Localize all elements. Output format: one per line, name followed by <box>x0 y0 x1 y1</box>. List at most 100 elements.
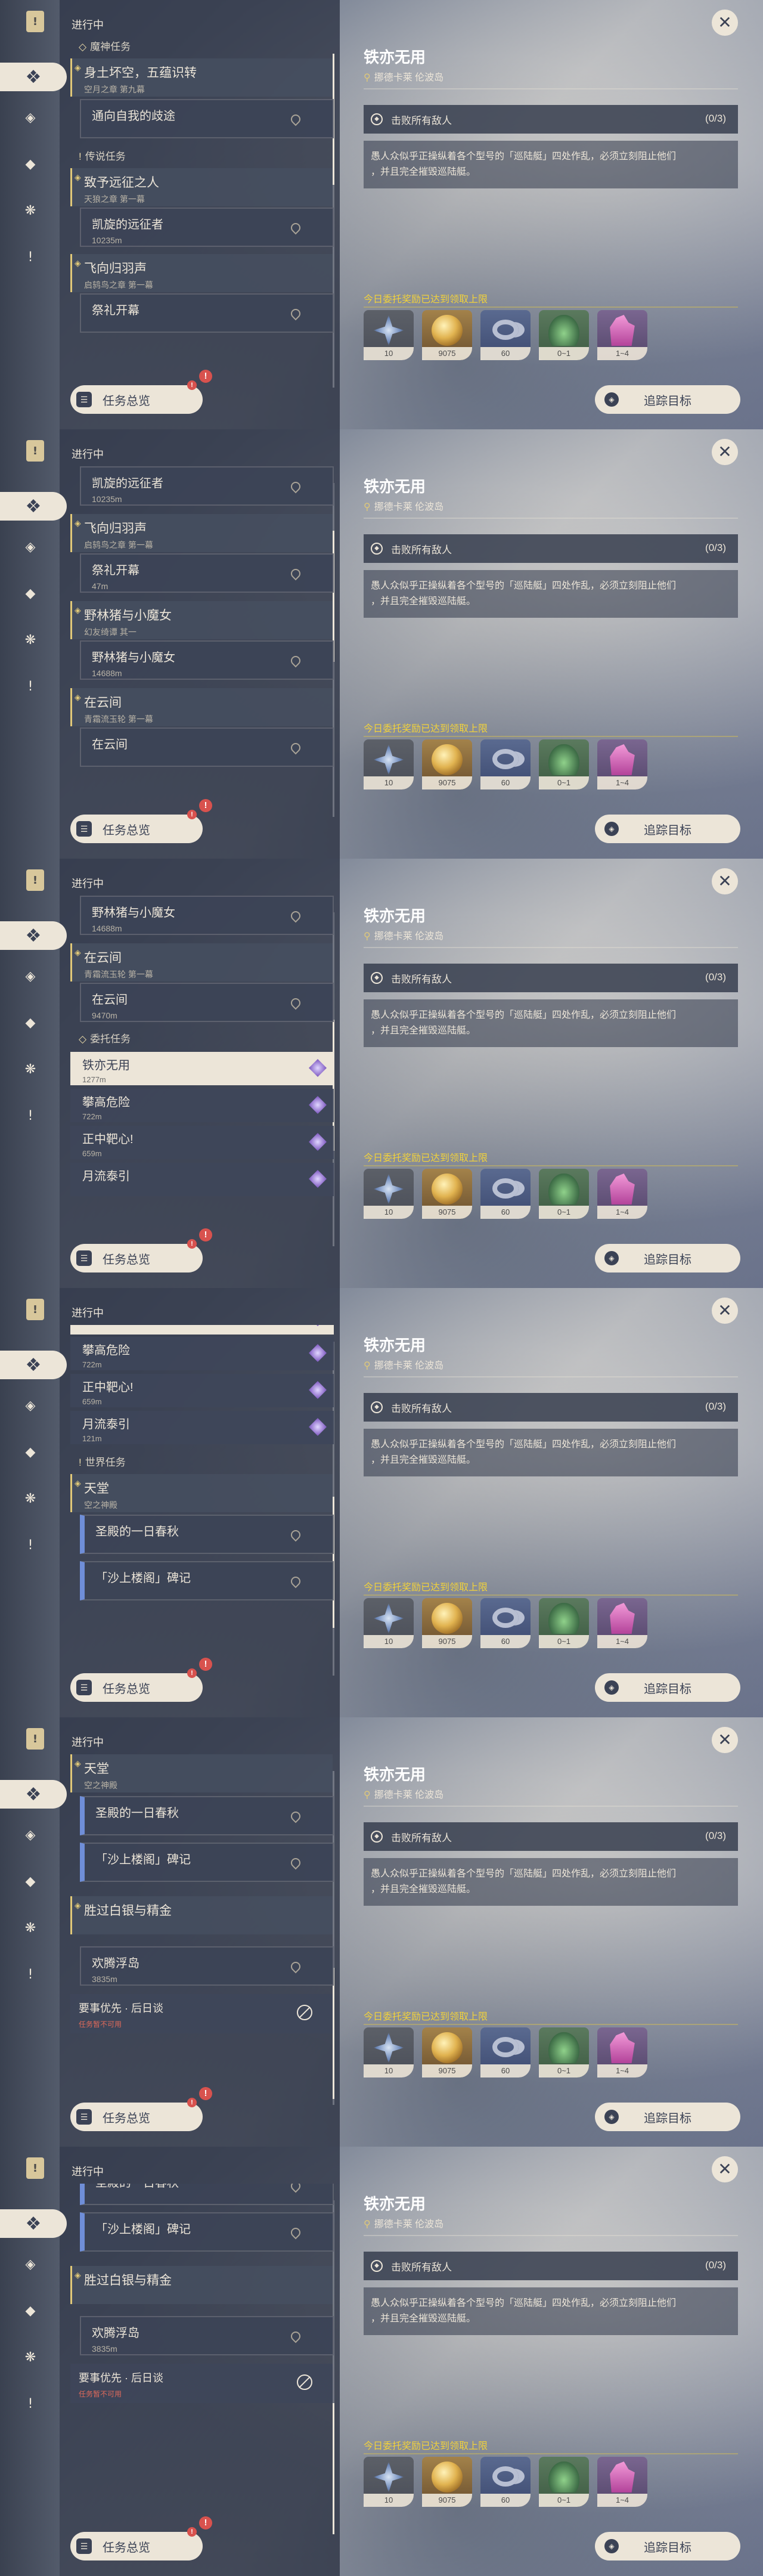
commission-item[interactable]: 正中靶心! 659m <box>70 1126 334 1159</box>
quest-item[interactable]: ◈ 胜过白银与精金 <box>70 2266 333 2304</box>
track-objective-button[interactable]: ◈ 追踪目标 <box>595 815 740 843</box>
quest-step-item[interactable]: 在云间 <box>80 727 334 767</box>
reward-item[interactable]: 1~4 <box>597 1169 647 1219</box>
quest-step-item[interactable]: 圣殿的一日春秋 <box>80 1515 334 1554</box>
commission-item[interactable]: 攀高危险 722m <box>70 1337 334 1370</box>
commission-icon[interactable]: ❋ <box>20 2347 41 2367</box>
reward-item[interactable]: 60 <box>480 739 531 789</box>
world-quest-icon[interactable]: ! <box>20 1964 41 1984</box>
close-icon[interactable]: ✕ <box>712 10 738 36</box>
world-quest-icon[interactable]: ! <box>20 1535 41 1555</box>
reward-item[interactable]: 9075 <box>422 2027 472 2077</box>
quest-book-icon[interactable]: ! <box>26 1728 44 1750</box>
commission-icon[interactable]: ❋ <box>20 1059 41 1079</box>
quest-step-item[interactable]: 欢腾浮岛 3835m <box>80 1946 334 1986</box>
story-quest-icon[interactable]: ◆ <box>20 154 41 174</box>
quest-item[interactable]: ◈ 飞向归羽声 启鸫鸟之章 第一幕 <box>70 514 333 552</box>
quest-item[interactable]: ◈ 野林猪与小魔女 幻友绮谭 其一 <box>70 601 333 639</box>
quest-item[interactable]: ◈ 胜过白银与精金 <box>70 1896 333 1934</box>
quest-item[interactable]: ◈ 在云间 青霜流玉轮 第一幕 <box>70 688 333 726</box>
reward-item[interactable]: 60 <box>480 2457 531 2507</box>
quest-step-item[interactable]: 圣殿的一日春秋 <box>80 2184 334 2205</box>
rail-tab-all-icon[interactable]: ❖ <box>0 2209 67 2238</box>
quest-overview-button[interactable]: ☰ 任务总览! <box>70 1239 203 1272</box>
quest-overview-button[interactable]: ☰ 任务总览! <box>70 2098 203 2131</box>
reward-item[interactable]: 60 <box>480 1598 531 1648</box>
reward-item[interactable]: 1~4 <box>597 1598 647 1648</box>
track-objective-button[interactable]: ◈ 追踪目标 <box>595 1244 740 1272</box>
quest-step-item[interactable]: 欢腾浮岛 3835m <box>80 2316 334 2355</box>
commission-icon[interactable]: ❋ <box>20 630 41 650</box>
quest-overview-button[interactable]: ☰ 任务总览! <box>70 380 203 414</box>
commission-item[interactable]: 月流泰引 121m <box>70 1411 334 1444</box>
quest-book-icon[interactable]: ! <box>26 869 44 891</box>
story-quest-icon[interactable]: ◆ <box>20 1871 41 1891</box>
quest-step-item[interactable]: 凯旋的远征者 10235m <box>80 466 334 506</box>
world-quest-icon[interactable]: ! <box>20 247 41 267</box>
track-objective-button[interactable]: ◈ 追踪目标 <box>595 2532 740 2560</box>
world-quest-icon[interactable]: ! <box>20 676 41 696</box>
commission-item-selected[interactable]: 1277m <box>70 1325 334 1335</box>
quest-item[interactable]: ◈ 飞向归羽声 启鸫鸟之章 第一幕 <box>70 254 333 292</box>
reward-item[interactable]: 0~1 <box>539 310 589 360</box>
story-quest-icon[interactable]: ◆ <box>20 1013 41 1033</box>
reward-item[interactable]: 0~1 <box>539 1598 589 1648</box>
story-quest-icon[interactable]: ◆ <box>20 1442 41 1462</box>
locked-quest-item[interactable]: 要事优先 · 后日谈 任务暂不可用 <box>70 1994 333 2033</box>
reward-item[interactable]: 60 <box>480 2027 531 2077</box>
reward-item[interactable]: 9075 <box>422 739 472 789</box>
quest-step-item[interactable]: 「沙上楼阁」碑记 <box>80 1561 334 1600</box>
commission-icon[interactable]: ❋ <box>20 1918 41 1938</box>
rail-tab-all-icon[interactable]: ❖ <box>0 921 67 950</box>
reward-item[interactable]: 10 <box>364 2027 414 2077</box>
reward-item[interactable]: 0~1 <box>539 1169 589 1219</box>
commission-icon[interactable]: ❋ <box>20 1488 41 1509</box>
reward-item[interactable]: 9075 <box>422 1598 472 1648</box>
commission-item-selected[interactable]: 铁亦无用 1277m <box>70 1052 334 1085</box>
story-quest-icon[interactable]: ◆ <box>20 2301 41 2321</box>
reward-item[interactable]: 1~4 <box>597 2027 647 2077</box>
commission-icon[interactable]: ❋ <box>20 200 41 221</box>
close-icon[interactable]: ✕ <box>712 439 738 465</box>
close-icon[interactable]: ✕ <box>712 2156 738 2182</box>
locked-quest-item[interactable]: 要事优先 · 后日谈 任务暂不可用 <box>70 2364 333 2403</box>
close-icon[interactable]: ✕ <box>712 868 738 894</box>
quest-book-icon[interactable]: ! <box>26 11 44 32</box>
quest-overview-button[interactable]: ☰ 任务总览! <box>70 2527 203 2560</box>
rail-tab-all-icon[interactable]: ❖ <box>0 63 67 91</box>
quest-step-item[interactable]: 圣殿的一日春秋 <box>80 1796 334 1835</box>
close-icon[interactable]: ✕ <box>712 1298 738 1324</box>
quest-item[interactable]: ◈ 天堂 空之神殿 <box>70 1754 333 1792</box>
rail-tab-all-icon[interactable]: ❖ <box>0 1780 67 1809</box>
reward-item[interactable]: 10 <box>364 2457 414 2507</box>
reward-item[interactable]: 9075 <box>422 310 472 360</box>
archon-quest-icon[interactable]: ◈ <box>20 1395 41 1416</box>
story-quest-icon[interactable]: ◆ <box>20 583 41 603</box>
reward-item[interactable]: 9075 <box>422 1169 472 1219</box>
quest-item[interactable]: ◈ 在云间 青霜流玉轮 第一幕 <box>70 943 333 982</box>
track-objective-button[interactable]: ◈ 追踪目标 <box>595 1673 740 1702</box>
commission-item[interactable]: 正中靶心! 659m <box>70 1374 334 1407</box>
reward-item[interactable]: 10 <box>364 739 414 789</box>
close-icon[interactable]: ✕ <box>712 1727 738 1753</box>
archon-quest-icon[interactable]: ◈ <box>20 2254 41 2274</box>
reward-item[interactable]: 10 <box>364 1598 414 1648</box>
quest-book-icon[interactable]: ! <box>26 1299 44 1320</box>
archon-quest-icon[interactable]: ◈ <box>20 966 41 986</box>
quest-overview-button[interactable]: ☰ 任务总览! <box>70 810 203 843</box>
reward-item[interactable]: 0~1 <box>539 739 589 789</box>
quest-step-item[interactable]: 在云间 9470m <box>80 983 334 1022</box>
reward-item[interactable]: 1~4 <box>597 739 647 789</box>
reward-item[interactable]: 10 <box>364 310 414 360</box>
quest-book-icon[interactable]: ! <box>26 2157 44 2179</box>
rail-tab-all-icon[interactable]: ❖ <box>0 492 67 521</box>
quest-step-item[interactable]: 「沙上楼阁」碑记 <box>80 1843 334 1882</box>
quest-overview-button[interactable]: ☰ 任务总览! <box>70 1668 203 1702</box>
commission-item[interactable]: 月流泰引 <box>70 1163 334 1196</box>
quest-step-item[interactable]: 祭礼开幕 47m <box>80 553 334 593</box>
reward-item[interactable]: 1~4 <box>597 2457 647 2507</box>
quest-step-item[interactable]: 野林猪与小魔女 14688m <box>80 640 334 680</box>
world-quest-icon[interactable]: ! <box>20 1106 41 1126</box>
reward-item[interactable]: 60 <box>480 1169 531 1219</box>
world-quest-icon[interactable]: ! <box>20 2394 41 2414</box>
